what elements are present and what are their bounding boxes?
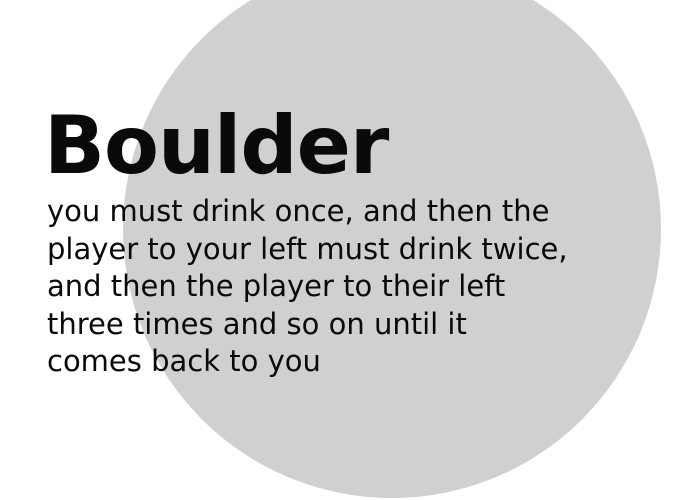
card-rule-text: you must drink once, and then the player… [47, 193, 647, 381]
rule-line: you must drink once, and then the [47, 194, 550, 228]
card-title: Boulder [44, 99, 389, 192]
rule-line: three times and so on until it [47, 306, 467, 341]
drinking-game-card: Boulder you must drink once, and then th… [0, 0, 700, 500]
rule-line: comes back to you [47, 344, 321, 378]
rule-line: and then the player to their left [47, 269, 506, 303]
rule-line: player to your left must drink twice, [47, 231, 568, 266]
